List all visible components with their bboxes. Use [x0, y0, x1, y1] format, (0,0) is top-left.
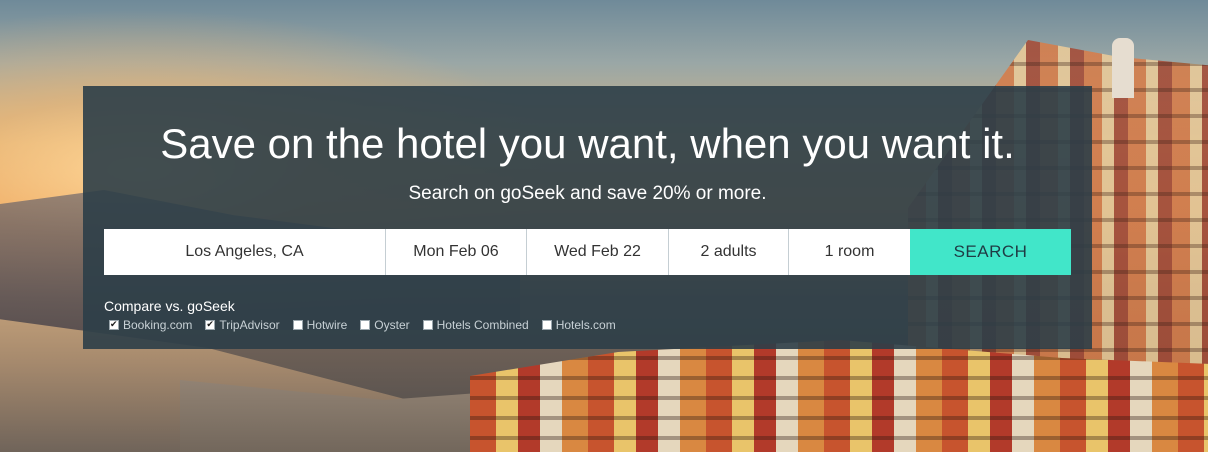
checkbox-tripadvisor[interactable] — [205, 320, 216, 330]
guests-select[interactable]: 2 adults — [669, 229, 789, 275]
compare-option-booking[interactable]: Booking.com — [109, 318, 192, 332]
check-out-date-field[interactable]: Wed Feb 22 — [527, 229, 669, 275]
page-headline: Save on the hotel you want, when you wan… — [160, 120, 1015, 167]
checkbox-oyster[interactable] — [360, 320, 371, 330]
compare-option-hotels-combined[interactable]: Hotels Combined — [422, 318, 529, 332]
compare-options: Booking.com TripAdvisor Hotwire Oyster H… — [109, 318, 629, 332]
compare-option-tripadvisor[interactable]: TripAdvisor — [205, 318, 280, 332]
background-tower — [1112, 38, 1134, 98]
hero-background: Save on the hotel you want, when you wan… — [0, 0, 1208, 452]
compare-option-oyster[interactable]: Oyster — [360, 318, 410, 332]
checkbox-booking[interactable] — [109, 320, 119, 330]
compare-label: Compare vs. goSeek — [104, 298, 235, 314]
compare-option-label: Hotels Combined — [436, 318, 529, 332]
compare-option-label: Booking.com — [123, 318, 193, 332]
compare-option-hotwire[interactable]: Hotwire — [292, 318, 348, 332]
compare-option-hotels-com[interactable]: Hotels.com — [541, 318, 616, 332]
page-subheadline: Search on goSeek and save 20% or more. — [408, 183, 767, 204]
compare-option-label: Hotwire — [306, 318, 348, 332]
checkbox-hotels-com[interactable] — [541, 320, 552, 330]
rooms-select[interactable]: 1 room — [789, 229, 910, 275]
search-button[interactable]: SEARCH — [910, 229, 1071, 275]
compare-option-label: Hotels.com — [555, 318, 616, 332]
compare-option-label: TripAdvisor — [219, 318, 280, 332]
checkbox-hotwire[interactable] — [292, 320, 303, 330]
checkbox-hotels-combined[interactable] — [422, 320, 433, 330]
check-in-date-field[interactable]: Mon Feb 06 — [386, 229, 527, 275]
destination-input[interactable]: Los Angeles, CA — [104, 229, 386, 275]
compare-option-label: Oyster — [374, 318, 410, 332]
search-bar: Los Angeles, CA Mon Feb 06 Wed Feb 22 2 … — [104, 229, 1071, 275]
search-panel: Save on the hotel you want, when you wan… — [83, 86, 1092, 349]
